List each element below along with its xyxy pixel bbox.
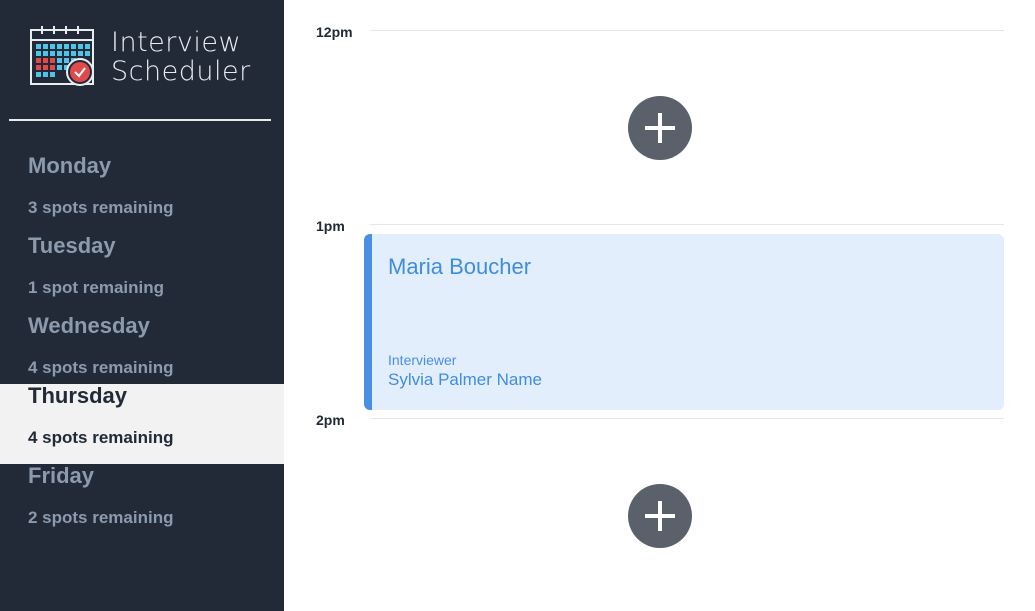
app-title-line2: Scheduler	[111, 56, 251, 87]
plus-icon	[645, 113, 675, 143]
day-spots: 3 spots remaining	[28, 198, 174, 217]
slot-time: 12pm	[316, 24, 353, 40]
interviewer-label: Interviewer	[388, 352, 457, 368]
day-name: Tuesday	[28, 233, 116, 258]
calendar-check-icon	[30, 26, 96, 88]
appointment-card[interactable]: Maria Boucher Interviewer Sylvia Palmer …	[364, 234, 1004, 410]
slot-divider	[370, 30, 1004, 31]
sidebar: Interview Scheduler Monday 3 spots remai…	[0, 0, 284, 611]
day-item-wednesday[interactable]: Wednesday 4 spots remaining	[0, 314, 284, 394]
app-title: Interview Scheduler	[111, 28, 251, 86]
day-name: Wednesday	[28, 313, 150, 338]
day-spots: 4 spots remaining	[28, 428, 174, 447]
day-list: Monday 3 spots remaining Tuesday 1 spot …	[0, 154, 284, 544]
slot-time: 2pm	[316, 412, 345, 428]
app-title-line1: Interview	[111, 27, 242, 58]
day-name: Thursday	[28, 383, 128, 408]
sidebar-divider	[9, 119, 271, 121]
student-name: Maria Boucher	[388, 254, 532, 279]
day-item-friday[interactable]: Friday 2 spots remaining	[0, 464, 284, 544]
add-appointment-button[interactable]	[628, 484, 692, 548]
day-item-monday[interactable]: Monday 3 spots remaining	[0, 154, 284, 234]
slot-divider	[370, 418, 1004, 419]
interviewer-name: Sylvia Palmer Name	[388, 370, 542, 389]
day-name: Monday	[28, 153, 112, 178]
slot-time: 1pm	[316, 218, 345, 234]
day-spots: 1 spot remaining	[28, 278, 165, 297]
slot-divider	[370, 224, 1004, 225]
add-appointment-button[interactable]	[628, 96, 692, 160]
day-spots: 4 spots remaining	[28, 358, 174, 377]
day-item-tuesday[interactable]: Tuesday 1 spot remaining	[0, 234, 284, 314]
day-spots: 2 spots remaining	[28, 508, 174, 527]
day-item-thursday[interactable]: Thursday 4 spots remaining	[0, 384, 284, 464]
plus-icon	[645, 501, 675, 531]
schedule: 12pm 1pm Maria Boucher Interviewer Sylvi…	[284, 0, 1035, 611]
day-name: Friday	[28, 463, 95, 488]
